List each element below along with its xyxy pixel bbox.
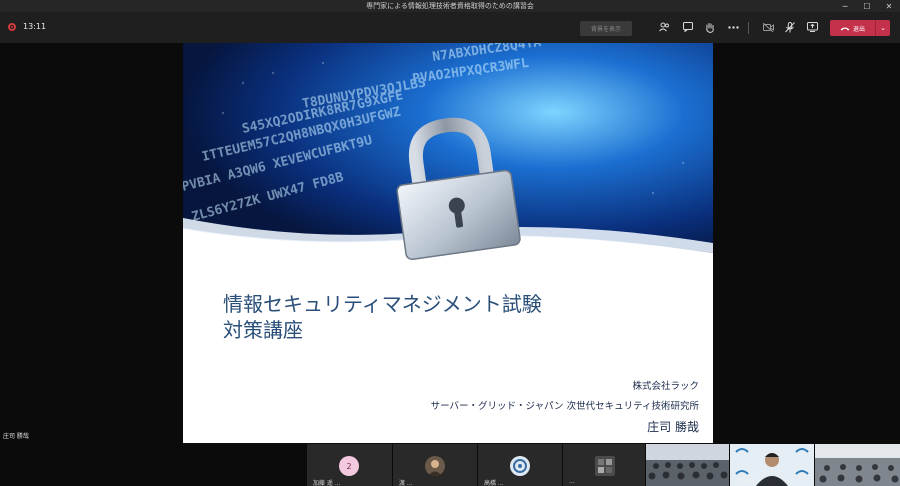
security-lock-banner: N7ABXDHCZ8Q4TA PVAO2HPXQCR3WFL T8DUNUYPD… <box>183 43 713 273</box>
phone-icon <box>840 27 850 30</box>
toolbar-divider <box>748 22 749 34</box>
video-tile-speaker[interactable]: 庄司 勝哉 <box>730 444 814 486</box>
meeting-timer: 13:11 <box>23 22 47 31</box>
meeting-toolbar: 13:11 背景を表示 退出 ⌄ <box>0 12 900 43</box>
participant-name: 渡 ... <box>399 480 413 486</box>
company-name: 株式会社ラック <box>632 381 699 392</box>
share-icon[interactable] <box>805 20 819 34</box>
window-titlebar: 専門家による情報処理技術者資格取得のための講習会 ─ ☐ ✕ <box>0 0 900 12</box>
recording-icon <box>8 23 16 31</box>
participant-tile[interactable]: 渡 ... <box>393 444 477 486</box>
video-tile-classroom[interactable] <box>646 444 729 486</box>
camera-off-icon[interactable] <box>761 20 775 34</box>
classroom-video <box>646 444 729 486</box>
speaker-name-label: 庄司 勝哉 <box>3 433 29 440</box>
chevron-down-icon: ⌄ <box>880 24 886 32</box>
participant-tile[interactable]: ... <box>563 444 645 486</box>
participant-tile[interactable]: 高橋 ... <box>478 444 562 486</box>
avatar <box>425 456 445 476</box>
show-background-button[interactable]: 背景を表示 <box>580 21 632 36</box>
department-name: サーバー・グリッド・ジャパン 次世代セキュリティ技術研究所 <box>430 401 699 412</box>
minimize-icon[interactable]: ─ <box>840 2 850 11</box>
video-tile-room[interactable] <box>815 444 900 486</box>
slide-title: 情報セキュリティマネジメント試験 対策講座 <box>223 291 542 343</box>
avatar <box>510 456 530 476</box>
meeting-stage: N7ABXDHCZ8Q4TA PVAO2HPXQCR3WFL T8DUNUYPD… <box>0 43 900 443</box>
participant-name: ... <box>569 478 575 485</box>
leave-dropdown[interactable]: ⌄ <box>875 20 890 36</box>
video-participant-name: 庄司 勝哉 <box>734 479 756 485</box>
chat-icon[interactable] <box>681 20 695 34</box>
avatar: 2 <box>339 456 359 476</box>
leave-button[interactable]: 退出 ⌄ <box>830 20 890 36</box>
leave-label: 退出 <box>853 25 866 33</box>
participant-name: 高橋 ... <box>484 480 504 486</box>
slide-title-line2: 対策講座 <box>223 318 303 342</box>
leave-main[interactable]: 退出 <box>830 20 875 36</box>
participants-icon[interactable] <box>657 20 671 34</box>
slide-title-line1: 情報セキュリティマネジメント試験 <box>223 292 542 316</box>
raise-hand-icon[interactable] <box>703 20 717 34</box>
room-video <box>815 444 900 486</box>
window-title: 専門家による情報処理技術者資格取得のための講習会 <box>366 2 534 10</box>
maximize-icon[interactable]: ☐ <box>862 2 872 11</box>
presenter-info: 株式会社ラック サーバー・グリッド・ジャパン 次世代セキュリティ技術研究所 庄司… <box>431 377 699 437</box>
participant-name: 加藤 遥 ... <box>313 480 341 486</box>
mic-off-icon[interactable] <box>783 20 797 34</box>
more-icon[interactable] <box>726 20 740 34</box>
window-controls: ─ ☐ ✕ <box>840 0 894 12</box>
shared-slide: N7ABXDHCZ8Q4TA PVAO2HPXQCR3WFL T8DUNUYPD… <box>183 43 713 443</box>
participant-tile[interactable]: 2 加藤 遥 ... <box>307 444 392 486</box>
avatar <box>595 456 615 476</box>
presenter-name: 庄司 勝哉 <box>647 420 699 434</box>
close-icon[interactable]: ✕ <box>884 2 894 11</box>
participant-strip: 2 加藤 遥 ... 渡 ... 高橋 ... ... 庄司 勝哉 <box>0 443 900 486</box>
